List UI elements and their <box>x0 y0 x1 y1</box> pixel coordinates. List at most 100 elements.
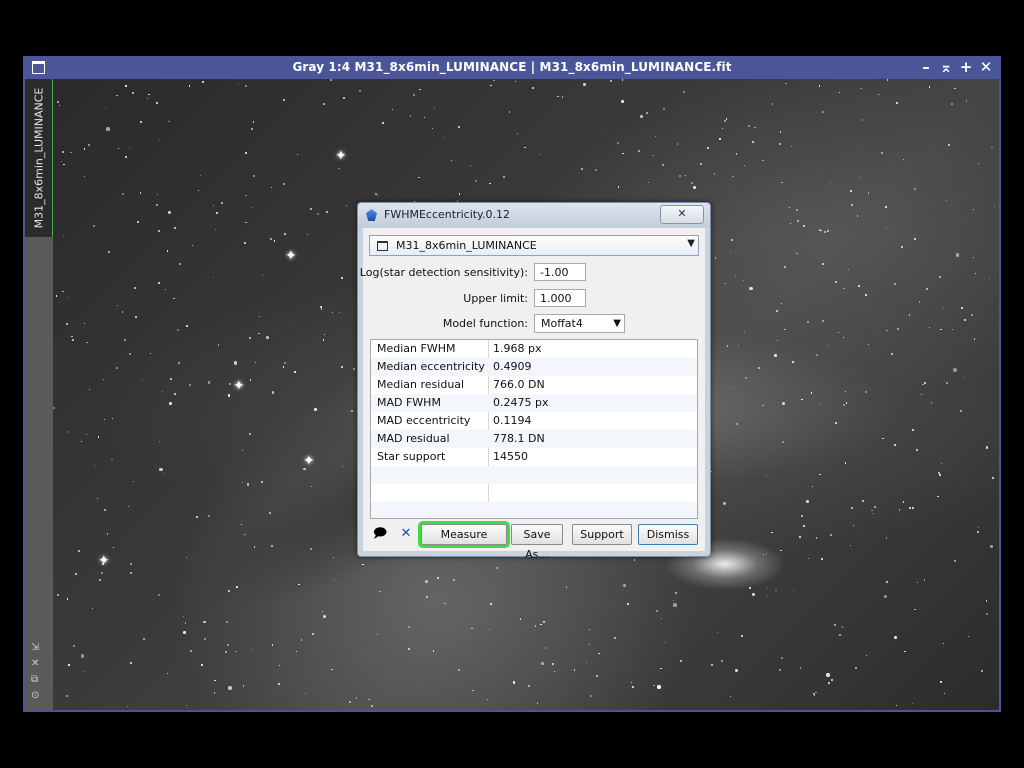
star <box>912 702 914 704</box>
window-titlebar[interactable]: Gray 1:4 M31_8x6min_LUMINANCE | M31_8x6m… <box>23 56 1001 79</box>
minimize-icon[interactable]: – <box>919 58 933 76</box>
star <box>253 175 255 177</box>
table-row[interactable]: MAD eccentricity 0.1194 <box>371 412 697 430</box>
comment-icon[interactable]: 🗩 <box>372 526 388 542</box>
star <box>540 154 542 156</box>
star <box>860 88 862 90</box>
star <box>841 626 843 628</box>
measure-button[interactable]: Measure <box>418 521 510 548</box>
result-value: 0.4909 <box>493 360 532 373</box>
star <box>762 404 764 407</box>
star <box>213 692 216 695</box>
star <box>296 153 299 156</box>
star <box>881 151 883 154</box>
close-icon[interactable]: ✕ <box>979 58 993 76</box>
star <box>893 283 896 286</box>
star <box>822 110 825 113</box>
results-table[interactable]: Median FWHM 1.968 px Median eccentricity 0.… <box>370 339 698 519</box>
star <box>802 224 806 227</box>
star <box>661 618 663 620</box>
star <box>842 403 846 406</box>
star <box>418 176 420 179</box>
star <box>775 589 777 591</box>
star <box>788 206 790 209</box>
table-row[interactable]: Median residual 766.0 DN <box>371 376 697 394</box>
star <box>243 242 247 245</box>
star <box>323 103 325 105</box>
star <box>621 79 624 82</box>
star <box>139 192 142 194</box>
star <box>795 209 798 212</box>
star <box>452 579 455 582</box>
star <box>857 215 859 217</box>
target-icon[interactable]: ⊙ <box>31 689 39 702</box>
close-view-icon[interactable]: ✕ <box>31 657 39 670</box>
star <box>474 179 477 182</box>
star <box>245 221 247 223</box>
new-instance-icon[interactable]: ✕ <box>398 526 414 542</box>
star <box>182 630 186 634</box>
star <box>672 599 675 602</box>
star <box>306 233 308 235</box>
star <box>782 401 786 406</box>
star <box>818 402 820 405</box>
star <box>345 204 347 207</box>
star <box>418 88 421 91</box>
image-selector[interactable]: M31_8x6min_LUMINANCE ▼ <box>369 235 699 256</box>
shade-icon[interactable]: ⌅ <box>939 58 953 76</box>
star <box>199 174 201 176</box>
table-row[interactable]: Star support 14550 <box>371 448 697 466</box>
view-tab[interactable]: M31_8x6min_LUMINANCE <box>25 79 54 237</box>
dialog-close-button[interactable]: ✕ <box>660 205 704 224</box>
sensitivity-input[interactable]: -1.00 <box>534 263 586 281</box>
star <box>168 211 172 214</box>
support-button[interactable]: Support <box>572 524 632 545</box>
model-function-select[interactable]: Moffat4 ▼ <box>534 314 625 333</box>
star <box>953 560 957 563</box>
star <box>339 311 341 313</box>
table-row[interactable]: MAD residual 778.1 DN <box>371 430 697 448</box>
side-tab-bar: M31_8x6min_LUMINANCE ⇲ ✕ ⧉ ⊙ <box>25 79 54 710</box>
save-as-button[interactable]: Save As... <box>511 524 563 561</box>
star <box>830 534 832 536</box>
table-row[interactable]: Median FWHM 1.968 px <box>371 340 697 358</box>
star <box>894 443 896 446</box>
star <box>426 596 429 599</box>
dismiss-button[interactable]: Dismiss <box>638 524 698 545</box>
star <box>583 83 586 86</box>
star <box>716 564 719 566</box>
dialog-titlebar[interactable]: FWHMEccentricity.0.12 ✕ <box>358 203 710 228</box>
table-row[interactable]: MAD FWHM 0.2475 px <box>371 394 697 412</box>
star <box>331 668 333 670</box>
star <box>662 164 665 167</box>
resize-icon[interactable]: ⇲ <box>31 641 39 654</box>
star <box>137 221 139 223</box>
star <box>134 315 138 319</box>
result-key: Star support <box>377 450 446 463</box>
star <box>139 120 143 124</box>
star <box>747 124 750 127</box>
clone-icon[interactable]: ⧉ <box>31 673 39 686</box>
star <box>333 557 334 558</box>
table-row[interactable]: Median eccentricity 0.4909 <box>371 358 697 376</box>
star <box>719 138 721 140</box>
star <box>322 339 325 341</box>
model-function-label: Model function: <box>442 317 528 330</box>
star <box>320 308 323 310</box>
star <box>639 114 644 119</box>
upper-limit-input[interactable]: 1.000 <box>534 289 586 307</box>
star <box>939 474 941 477</box>
star <box>270 237 273 240</box>
star <box>431 127 434 130</box>
star <box>111 417 113 419</box>
star <box>74 572 77 575</box>
maximize-icon[interactable]: + <box>959 58 973 76</box>
star <box>244 84 247 87</box>
star <box>664 641 667 644</box>
star <box>233 361 238 365</box>
star <box>492 79 495 82</box>
star <box>142 637 145 640</box>
star <box>815 537 818 539</box>
star <box>67 297 69 299</box>
star <box>91 607 94 609</box>
